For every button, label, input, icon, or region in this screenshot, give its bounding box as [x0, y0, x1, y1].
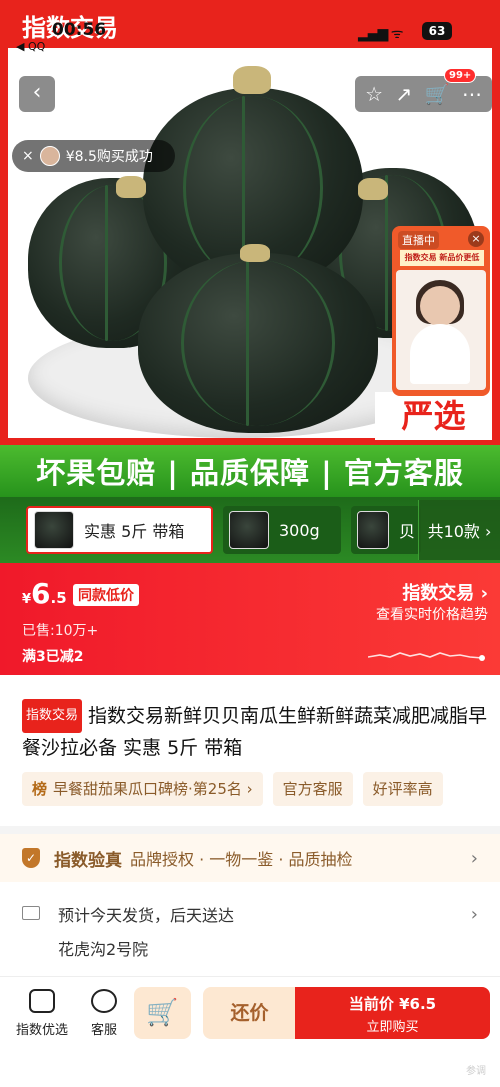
live-banner: 指数交易 新品价更低 [400, 250, 484, 266]
signal-icon: ▂▄▆ ᯤ [358, 26, 404, 42]
variants-more-button[interactable]: 共10款 › [418, 500, 500, 560]
index-trade-link[interactable]: 指数交易 › [402, 579, 488, 605]
toast-text: ¥8.5购买成功 [65, 149, 153, 165]
variant-thumbnail [357, 511, 389, 549]
promo-text: 满3已减2 [22, 649, 84, 665]
pumpkin-stem [240, 244, 270, 262]
service-icon [91, 989, 117, 1013]
product-title: 指数交易 指数交易新鲜贝贝南瓜生鲜新鲜蔬菜减肥减脂早餐沙拉必备 实惠 5斤 带箱 [22, 699, 492, 763]
verify-title: 指数验真 [54, 850, 122, 871]
cart-badge: 99+ [444, 68, 477, 83]
price-tag: 同款低价 [73, 584, 139, 606]
shipping-eta: 预计今天发货，后天送达 [58, 906, 235, 925]
verify-row[interactable]: ✓ 指数验真 品牌授权 · 一物一鉴 · 品质抽检 › [0, 834, 500, 882]
variant-option[interactable]: 贝 [351, 506, 421, 554]
yanxuan-label: 严选 [375, 392, 492, 440]
buy-price: 当前价 ¥6.5 [348, 995, 437, 1013]
store-icon [29, 989, 55, 1013]
rating-pill[interactable]: 好评率高 [362, 772, 443, 806]
verify-text: 品牌授权 · 一物一鉴 · 品质抽检 [130, 850, 353, 869]
pumpkin-stem [116, 176, 146, 198]
tab-customer-service[interactable]: 客服 [74, 989, 134, 1038]
host-body [410, 324, 470, 384]
shipping-row[interactable]: 预计今天发货，后天送达 花虎沟2号院 › [0, 890, 500, 970]
buy-now-button[interactable]: 当前价 ¥6.5 立即购买 [295, 987, 490, 1039]
price-band: ¥6.5 同款低价 已售:10万+ 满3已减2 指数交易 › 查看实时价格趋势 [0, 563, 500, 675]
host-face [420, 286, 460, 326]
title-tag: 指数交易 [22, 699, 83, 733]
ranking-pill[interactable]: 榜早餐甜茄果瓜口碑榜·第25名 › [22, 772, 263, 806]
guarantee-banner: 坏果包赔 | 品质保障 | 官方客服 [0, 445, 500, 497]
more-icon[interactable]: ⋯ [462, 82, 482, 106]
share-icon[interactable]: ↗ [395, 82, 412, 106]
pumpkin-stem [233, 66, 271, 94]
shield-icon: ✓ [22, 848, 40, 868]
variant-label: 300g [279, 520, 320, 540]
watermark: 参调 [466, 1066, 486, 1077]
live-stream-window[interactable]: 直播中 × 指数交易 新品价更低 [392, 226, 490, 396]
back-to-app[interactable]: ◀ QQ [16, 40, 45, 53]
variant-option[interactable]: 实惠 5斤 带箱 [26, 506, 213, 554]
tab-index-select[interactable]: 指数优选 [12, 989, 72, 1038]
variant-label: 贝 [398, 522, 415, 541]
cart-icon[interactable]: 🛒 [425, 82, 450, 106]
shipping-address: 花虎沟2号院 [58, 940, 149, 959]
chevron-right-icon: › [470, 904, 478, 925]
truck-icon [22, 906, 40, 920]
pumpkin-stem [358, 178, 388, 200]
close-icon[interactable]: × [468, 231, 484, 247]
product-info: 指数交易 指数交易新鲜贝贝南瓜生鲜新鲜蔬菜减肥减脂早餐沙拉必备 实惠 5斤 带箱 … [0, 675, 500, 830]
current-price: ¥6.5 [22, 577, 67, 610]
sold-count: 已售:10万+ [22, 623, 99, 639]
variant-option[interactable]: 300g [223, 506, 341, 554]
variant-thumbnail [229, 511, 269, 549]
pill-row: 榜早餐甜茄果瓜口碑榜·第25名 › 官方客服 好评率高 [22, 772, 500, 806]
pumpkin [138, 253, 378, 433]
chevron-right-icon: › [470, 847, 478, 869]
variant-thumbnail [34, 511, 74, 549]
service-pill[interactable]: 官方客服 [272, 772, 353, 806]
divider [0, 826, 500, 834]
rank-icon: 榜 [32, 780, 48, 798]
live-label: 直播中 [398, 231, 439, 249]
status-time: 00:56 [52, 20, 107, 40]
bottom-bar: 指数优选 客服 🛒 还价 当前价 ¥6.5 立即购买 参调 [0, 976, 500, 1087]
avatar [39, 146, 60, 166]
price-trend-sparkline [368, 652, 485, 661]
favorite-icon[interactable]: ☆ [365, 82, 383, 106]
battery-icon: 63 [422, 22, 452, 40]
variant-label: 实惠 5斤 带箱 [84, 522, 185, 541]
back-button[interactable]: ‹ [19, 76, 55, 112]
buy-label: 立即购买 [366, 1020, 419, 1035]
index-trend-link[interactable]: 查看实时价格趋势 [376, 604, 488, 624]
purchase-toast: × ¥8.5购买成功 [12, 140, 175, 172]
status-bar: 00:56 ◀ QQ ▂▄▆ ᯤ 63 [0, 16, 500, 53]
bargain-button[interactable]: 还价 [203, 987, 296, 1039]
close-icon[interactable]: × [22, 148, 34, 164]
add-to-cart-button[interactable]: 🛒 [134, 987, 191, 1039]
